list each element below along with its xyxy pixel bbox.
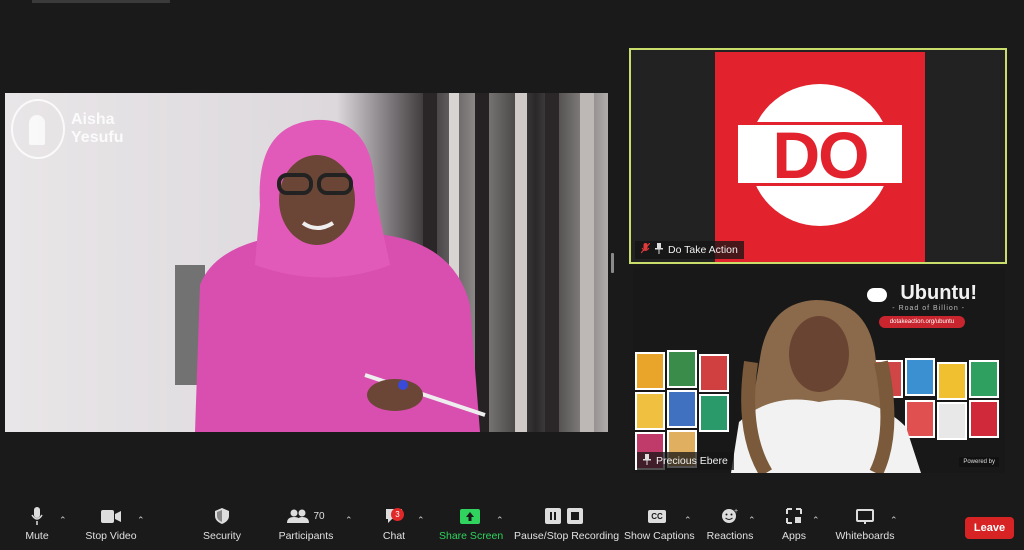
whiteboard-icon (856, 508, 874, 524)
show-captions-button[interactable]: CC Show Captions (624, 505, 695, 542)
stop-video-button[interactable]: Stop Video (82, 505, 140, 542)
microphone-icon (31, 507, 43, 525)
grid-photo (937, 362, 967, 400)
participant-tile-do-take-action[interactable]: DO Do Take Action (629, 48, 1007, 264)
captions-options-caret[interactable]: ⌃ (684, 515, 692, 526)
grid-photo (969, 360, 999, 398)
share-screen-button[interactable]: Share Screen (439, 505, 504, 542)
grid-photo (969, 400, 999, 438)
watermark-last-name: Yesufu (71, 129, 124, 146)
mute-options-caret[interactable]: ⌃ (59, 515, 67, 526)
emoji-icon: + (722, 508, 738, 523)
apps-button[interactable]: Apps (778, 505, 810, 542)
shield-icon (215, 508, 229, 524)
main-speaker-video[interactable]: Aisha Yesufu (5, 93, 608, 432)
reactions-button[interactable]: + Reactions (706, 505, 754, 542)
participants-label: Participants (278, 530, 334, 542)
grid-photo (635, 352, 665, 390)
participant-name: Do Take Action (668, 244, 738, 256)
speaker-person-image (175, 119, 486, 432)
do-logo-circle: DO (735, 84, 905, 226)
chat-options-caret[interactable]: ⌃ (417, 515, 425, 526)
security-button[interactable]: Security (198, 505, 246, 542)
meeting-controls-toolbar: Mute ⌃ Stop Video ⌃ Security 70 Particip… (0, 505, 1024, 550)
chat-button[interactable]: 3 Chat (377, 505, 411, 542)
muted-microphone-icon (640, 242, 651, 257)
top-edge-strip (32, 0, 170, 3)
share-options-caret[interactable]: ⌃ (496, 515, 504, 526)
participants-options-caret[interactable]: ⌃ (345, 515, 353, 526)
participants-button[interactable]: 70 Participants (276, 505, 336, 542)
reactions-options-caret[interactable]: ⌃ (748, 515, 756, 526)
pause-stop-recording-label: Pause/Stop Recording (514, 530, 620, 542)
share-screen-label: Share Screen (439, 530, 504, 542)
grid-photo (937, 402, 967, 440)
pin-icon (655, 243, 663, 257)
watermark-logo-icon (11, 99, 65, 159)
pause-stop-recording-button[interactable]: Pause/Stop Recording (514, 505, 620, 542)
mute-button[interactable]: Mute (14, 505, 60, 542)
cc-icon: CC (648, 509, 666, 523)
powered-by-tag: Powered by (959, 457, 999, 467)
pin-icon (643, 454, 651, 468)
chat-label: Chat (382, 530, 406, 542)
video-options-caret[interactable]: ⌃ (137, 515, 145, 526)
curtain-stripe (545, 93, 559, 432)
grid-photo (667, 350, 697, 388)
show-captions-label: Show Captions (624, 530, 695, 542)
whiteboards-button[interactable]: Whiteboards (834, 505, 896, 542)
aisha-yesufu-watermark: Aisha Yesufu (11, 99, 123, 159)
whiteboards-options-caret[interactable]: ⌃ (890, 515, 898, 526)
leave-meeting-button[interactable]: Leave (965, 517, 1014, 539)
tile-name-label: Precious Ebere (637, 452, 734, 470)
participant-person-image (731, 300, 921, 473)
grid-photo (667, 390, 697, 428)
watermark-first-name: Aisha (71, 111, 115, 128)
split-view-drag-handle[interactable] (611, 253, 614, 273)
reactions-label: Reactions (706, 530, 754, 542)
share-screen-icon (460, 508, 480, 524)
participant-name: Precious Ebere (656, 455, 728, 467)
apps-options-caret[interactable]: ⌃ (812, 515, 820, 526)
do-logo-background: DO (715, 52, 925, 262)
curtain-stripe (515, 93, 527, 432)
apps-icon (786, 508, 802, 524)
tile-name-label: Do Take Action (635, 241, 744, 259)
video-camera-icon (101, 509, 121, 523)
pause-stop-icon (545, 508, 583, 524)
whiteboards-label: Whiteboards (835, 530, 895, 542)
security-label: Security (203, 530, 241, 542)
grid-photo (635, 392, 665, 430)
mute-label: Mute (25, 530, 49, 542)
chat-unread-badge: 3 (391, 508, 404, 521)
participants-icon (287, 509, 310, 523)
do-logo-text: DO (735, 122, 905, 188)
participant-tile-precious-ebere[interactable]: Ubuntu! - Road of Billion - dotakeaction… (633, 268, 1005, 473)
svg-text:+: + (734, 508, 738, 515)
stop-video-label: Stop Video (85, 530, 137, 542)
participant-count: 70 (313, 510, 325, 522)
apps-label: Apps (782, 530, 806, 542)
curtain-stripe (580, 93, 594, 432)
